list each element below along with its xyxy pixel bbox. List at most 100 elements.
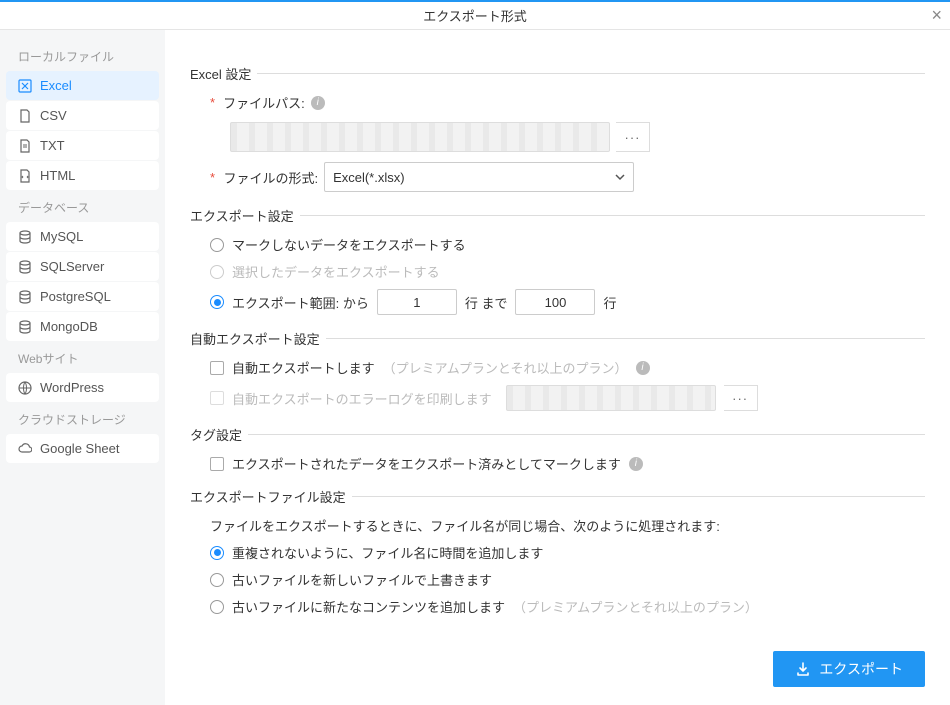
format-label: ファイルの形式: [223,168,318,187]
main-panel: Excel 設定 * ファイルパス: i ··· * ファイルの形式: Exce… [165,30,950,705]
section-excel-legend: Excel 設定 [190,64,925,83]
radio-icon [210,546,224,560]
info-icon[interactable]: i [311,96,325,110]
layout: ローカルファイル Excel CSV TXT HTML データベース [0,30,950,705]
divider [257,73,925,74]
close-icon[interactable]: × [931,6,942,24]
sidebar-item-excel[interactable]: Excel [6,71,159,100]
radio-icon [210,295,224,309]
radio-icon [210,238,224,252]
check-auto-export[interactable]: 自動エクスポートします （プレミアムプランとそれ以上のプラン） i [210,358,925,377]
radio-icon [210,600,224,614]
row-format: * ファイルの形式: Excel(*.xlsx) [210,162,925,192]
sidebar-group-db: データベース [6,191,159,222]
checkbox-label: 自動エクスポートします [232,358,375,377]
html-icon [18,169,32,183]
radio-label: 選択したデータをエクスポートする [232,262,440,281]
sidebar-item-label: SQLServer [40,259,104,274]
excel-icon [18,79,32,93]
export-icon [795,661,811,677]
checkbox-icon [210,391,224,405]
sidebar-item-label: PostgreSQL [40,289,111,304]
chevron-down-icon [615,172,625,182]
divider [248,434,925,435]
section-title: エクスポートファイル設定 [190,487,346,506]
radio-icon [210,573,224,587]
db-icon [18,260,32,274]
browse-button[interactable]: ··· [616,122,650,152]
required-mark: * [210,95,215,110]
sidebar-item-label: Google Sheet [40,441,120,456]
cloud-icon [18,442,32,456]
sidebar: ローカルファイル Excel CSV TXT HTML データベース [0,30,165,705]
range-prefix: エクスポート範囲: から [232,293,369,312]
titlebar: エクスポート形式 × [0,0,950,30]
row-filepath: * ファイルパス: i [210,93,925,112]
checkbox-icon [210,361,224,375]
radio-label: 古いファイルに新たなコンテンツを追加します [232,597,505,616]
section-title: タグ設定 [190,425,242,444]
sidebar-item-label: WordPress [40,380,104,395]
sidebar-group-local: ローカルファイル [6,40,159,71]
radio-unmarked[interactable]: マークしないデータをエクスポートする [210,235,925,254]
dialog-title: エクスポート形式 [423,6,527,25]
format-value: Excel(*.xlsx) [333,170,405,185]
file-desc-text: ファイルをエクスポートするときに、ファイル名が同じ場合、次のように処理されます: [210,516,720,535]
info-icon[interactable]: i [636,361,650,375]
sidebar-item-mongodb[interactable]: MongoDB [6,312,159,341]
section-auto-legend: 自動エクスポート設定 [190,329,925,348]
format-select[interactable]: Excel(*.xlsx) [324,162,634,192]
footer: エクスポート [773,651,925,687]
radio-dup-append[interactable]: 古いファイルに新たなコンテンツを追加します （プレミアムプランとそれ以上のプラン… [210,597,925,616]
checkbox-label: 自動エクスポートのエラーログを印刷します [232,389,492,408]
radio-selected: 選択したデータをエクスポートする [210,262,925,281]
db-icon [18,320,32,334]
log-path-input [506,385,716,411]
row-filepath-input: ··· [230,122,925,152]
sidebar-item-label: MySQL [40,229,83,244]
section-title: 自動エクスポート設定 [190,329,320,348]
radio-label: 古いファイルを新しいファイルで上書きます [232,570,492,589]
radio-dup-time[interactable]: 重複されないように、ファイル名に時間を追加します [210,543,925,562]
check-mark-exported[interactable]: エクスポートされたデータをエクスポート済みとしてマークします i [210,454,925,473]
sidebar-item-wordpress[interactable]: WordPress [6,373,159,402]
db-icon [18,230,32,244]
checkbox-label: エクスポートされたデータをエクスポート済みとしてマークします [232,454,621,473]
filepath-input[interactable] [230,122,610,152]
export-button[interactable]: エクスポート [773,651,925,687]
check-auto-log: 自動エクスポートのエラーログを印刷します ··· [210,385,925,411]
divider [352,496,925,497]
txt-icon [18,139,32,153]
filepath-label: ファイルパス: [223,93,305,112]
range-mid: 行 まで [465,293,508,312]
sidebar-item-sqlserver[interactable]: SQLServer [6,252,159,281]
section-file-legend: エクスポートファイル設定 [190,487,925,506]
csv-icon [18,109,32,123]
radio-range[interactable]: エクスポート範囲: から 行 まで 行 [210,289,925,315]
sidebar-item-csv[interactable]: CSV [6,101,159,130]
sidebar-item-mysql[interactable]: MySQL [6,222,159,251]
sidebar-item-txt[interactable]: TXT [6,131,159,160]
checkbox-icon [210,457,224,471]
sidebar-item-googlesheet[interactable]: Google Sheet [6,434,159,463]
info-icon[interactable]: i [629,457,643,471]
sidebar-item-postgresql[interactable]: PostgreSQL [6,282,159,311]
browse-button: ··· [724,385,758,411]
sidebar-group-web: Webサイト [6,342,159,373]
radio-dup-overwrite[interactable]: 古いファイルを新しいファイルで上書きます [210,570,925,589]
sidebar-item-label: HTML [40,168,75,183]
sidebar-item-html[interactable]: HTML [6,161,159,190]
radio-label: 重複されないように、ファイル名に時間を追加します [232,543,543,562]
radio-label: マークしないデータをエクスポートする [232,235,466,254]
export-button-label: エクスポート [819,659,903,679]
section-tag-legend: タグ設定 [190,425,925,444]
divider [300,215,925,216]
divider [326,338,925,339]
sidebar-item-label: CSV [40,108,67,123]
radio-icon [210,265,224,279]
range-from-input[interactable] [377,289,457,315]
plan-note: （プレミアムプランとそれ以上のプラン） [383,358,628,377]
file-desc: ファイルをエクスポートするときに、ファイル名が同じ場合、次のように処理されます: [210,516,925,535]
range-to-input[interactable] [515,289,595,315]
sidebar-item-label: Excel [40,78,72,93]
